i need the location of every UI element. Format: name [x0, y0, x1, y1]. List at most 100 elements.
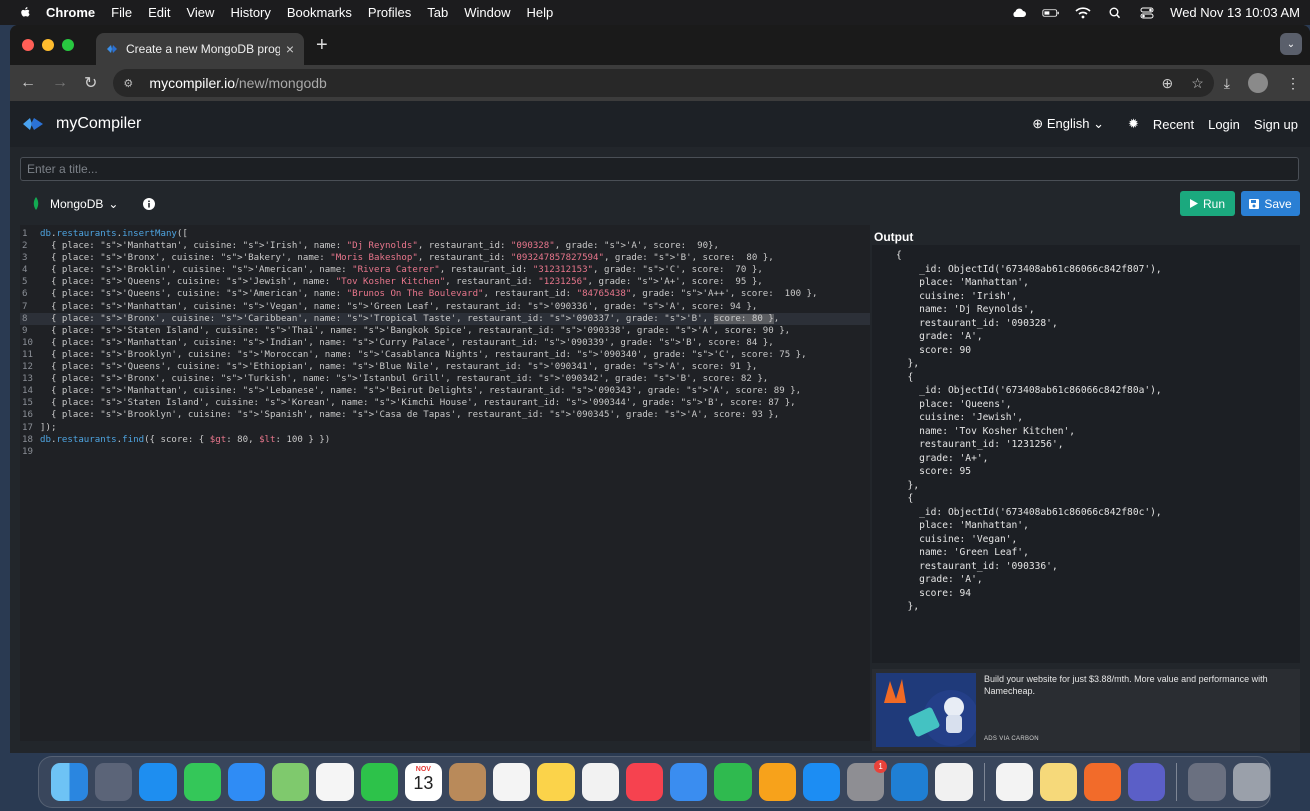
numbers-icon[interactable] — [714, 763, 752, 801]
back-arrow-icon[interactable]: ← — [20, 74, 36, 92]
code-line[interactable]: 15 { place: "s">'Staten Island', cuisine… — [20, 397, 870, 409]
messages-icon[interactable] — [183, 763, 221, 801]
menu-view[interactable]: View — [186, 5, 214, 20]
minimize-window-button[interactable] — [42, 39, 54, 51]
spotlight-search-icon[interactable] — [1106, 7, 1124, 19]
new-tab-button[interactable]: + — [316, 34, 328, 57]
code-line[interactable]: 19 — [20, 446, 870, 458]
pages-icon[interactable] — [758, 763, 796, 801]
code-line[interactable]: 18 db.restaurants.find({ score: { $gt: 80… — [20, 434, 870, 446]
nav-signup[interactable]: Sign up — [1254, 117, 1298, 132]
menu-help[interactable]: Help — [527, 5, 554, 20]
downloads-stack-icon[interactable] — [1188, 763, 1226, 801]
wifi-icon[interactable] — [1074, 6, 1092, 19]
safari-icon[interactable] — [139, 763, 177, 801]
language-selector[interactable]: ⊕ English ⌄ — [1032, 116, 1104, 132]
code-line[interactable]: 11 { place: "s">'Brooklyn', cuisine: "s"… — [20, 349, 870, 361]
code-line[interactable]: 12 { place: "s">'Queens', cuisine: "s">'… — [20, 361, 870, 373]
code-line[interactable]: 8 { place: "s">'Bronx', cuisine: "s">'Ca… — [20, 312, 870, 325]
language-dropdown[interactable]: MongoDB ⌄ — [22, 193, 122, 215]
chrome-menu-icon[interactable]: ⋮ — [1286, 75, 1300, 92]
title-input[interactable] — [20, 157, 1299, 181]
close-tab-icon[interactable]: × — [286, 41, 294, 57]
notes-icon[interactable] — [537, 763, 575, 801]
output-text[interactable]: { _id: ObjectId('673408ab61c86066c842f80… — [872, 245, 1300, 663]
menu-window[interactable]: Window — [464, 5, 510, 20]
code-line[interactable]: 9 { place: "s">'Staten Island', cuisine:… — [20, 325, 870, 337]
forward-arrow-icon[interactable]: → — [52, 74, 68, 92]
menu-edit[interactable]: Edit — [148, 5, 170, 20]
menu-file[interactable]: File — [111, 5, 132, 20]
launchpad-icon[interactable] — [95, 763, 133, 801]
code-line[interactable]: 1 db.restaurants.insertMany([ — [20, 228, 870, 240]
menu-chrome[interactable]: Chrome — [46, 5, 95, 20]
site-brand[interactable]: myCompiler — [56, 115, 141, 133]
reload-icon[interactable]: ↻ — [84, 73, 97, 93]
close-window-button[interactable] — [22, 39, 34, 51]
address-bar[interactable]: ⚙ mycompiler.io/new/mongodb ⊕ ☆ — [113, 69, 1214, 97]
mongodb-leaf-icon — [33, 197, 39, 210]
apple-icon[interactable] — [18, 6, 32, 20]
facetime-icon[interactable] — [360, 763, 398, 801]
header-nav: ⊕ English ⌄ ✹ Recent Login Sign up — [1032, 116, 1298, 132]
control-center-icon[interactable] — [1138, 7, 1156, 19]
bookmark-star-icon[interactable]: ☆ — [1191, 75, 1204, 92]
code-line[interactable]: 3 { place: "s">'Bronx', cuisine: "s">'Ba… — [20, 252, 870, 264]
menu-history[interactable]: History — [230, 5, 270, 20]
menubar-clock[interactable]: Wed Nov 13 10:03 AM — [1170, 5, 1300, 20]
cloud-icon[interactable] — [1010, 7, 1028, 19]
code-editor[interactable]: 1 db.restaurants.insertMany([2 { place: "… — [20, 225, 870, 741]
menu-bookmarks[interactable]: Bookmarks — [287, 5, 352, 20]
code-line[interactable]: 17]); — [20, 422, 870, 434]
music-icon[interactable] — [625, 763, 664, 801]
save-button[interactable]: Save — [1241, 191, 1300, 216]
nav-recent[interactable]: Recent — [1153, 117, 1194, 132]
system-settings-icon[interactable]: 1 — [846, 760, 888, 801]
mycompiler-logo-icon[interactable] — [22, 117, 44, 131]
tab-active[interactable]: Create a new MongoDB progr × — [96, 33, 304, 65]
app-store-icon[interactable] — [802, 763, 840, 801]
carbon-ad[interactable]: Build your website for just $3.88/mth. M… — [872, 669, 1300, 751]
mongodb-compass-icon[interactable] — [995, 763, 1033, 801]
tab-search-chevron-icon[interactable]: ⌄ — [1280, 33, 1302, 55]
download-icon[interactable]: ⤓ — [1224, 75, 1230, 92]
maps-icon[interactable] — [272, 763, 310, 801]
teams-icon[interactable] — [1128, 763, 1166, 801]
vscode-icon[interactable] — [891, 763, 929, 801]
contacts-icon[interactable] — [448, 763, 487, 801]
info-icon[interactable] — [138, 193, 160, 215]
menu-profiles[interactable]: Profiles — [368, 5, 411, 20]
code-line[interactable]: 13 { place: "s">'Bronx', cuisine: "s">'T… — [20, 373, 870, 385]
calendar-icon[interactable]: NOV 13 — [404, 763, 442, 801]
profile-avatar[interactable] — [1248, 73, 1268, 93]
run-button[interactable]: Run — [1180, 191, 1235, 216]
reminders-icon[interactable] — [493, 763, 531, 801]
finder-icon[interactable] — [51, 763, 89, 801]
code-line[interactable]: 4 { place: "s">'Broklin', cuisine: "s">'… — [20, 264, 870, 276]
code-line[interactable]: 7 { place: "s">'Manhattan', cuisine: "s"… — [20, 301, 870, 313]
ad-text[interactable]: Build your website for just $3.88/mth. M… — [984, 674, 1268, 696]
trash-icon[interactable] — [1232, 763, 1270, 801]
keynote-icon[interactable] — [670, 763, 708, 801]
nav-login[interactable]: Login — [1208, 117, 1240, 132]
stickies-icon[interactable] — [1039, 763, 1078, 801]
code-line[interactable]: 14 { place: "s">'Manhattan', cuisine: "s… — [20, 385, 870, 397]
menu-tab[interactable]: Tab — [427, 5, 448, 20]
battery-icon[interactable] — [1042, 7, 1060, 19]
photos-icon[interactable] — [316, 763, 354, 801]
site-info-icon[interactable]: ⚙ — [123, 77, 139, 90]
mail-icon[interactable] — [227, 763, 266, 801]
swift-playgrounds-icon[interactable] — [1084, 763, 1122, 801]
zoom-window-button[interactable] — [62, 39, 74, 51]
ad-image[interactable] — [876, 673, 979, 747]
chrome-icon[interactable] — [935, 763, 973, 801]
code-line[interactable]: 6 { place: "s">'Queens', cuisine: "s">'A… — [20, 288, 870, 300]
settings-gear-icon[interactable]: ✹ — [1128, 116, 1139, 132]
code-line[interactable]: 2 { place: "s">'Manhattan', cuisine: "s"… — [20, 240, 870, 252]
code-line[interactable]: 16 { place: "s">'Brooklyn', cuisine: "s"… — [20, 409, 870, 421]
zoom-icon[interactable]: ⊕ — [1162, 75, 1174, 92]
code-line[interactable]: 10 { place: "s">'Manhattan', cuisine: "s… — [20, 337, 870, 349]
freeform-icon[interactable] — [581, 763, 619, 801]
code-line[interactable]: 5 { place: "s">'Queens', cuisine: "s">'J… — [20, 276, 870, 288]
ad-label[interactable]: ADS VIA CARBON — [984, 733, 1039, 745]
